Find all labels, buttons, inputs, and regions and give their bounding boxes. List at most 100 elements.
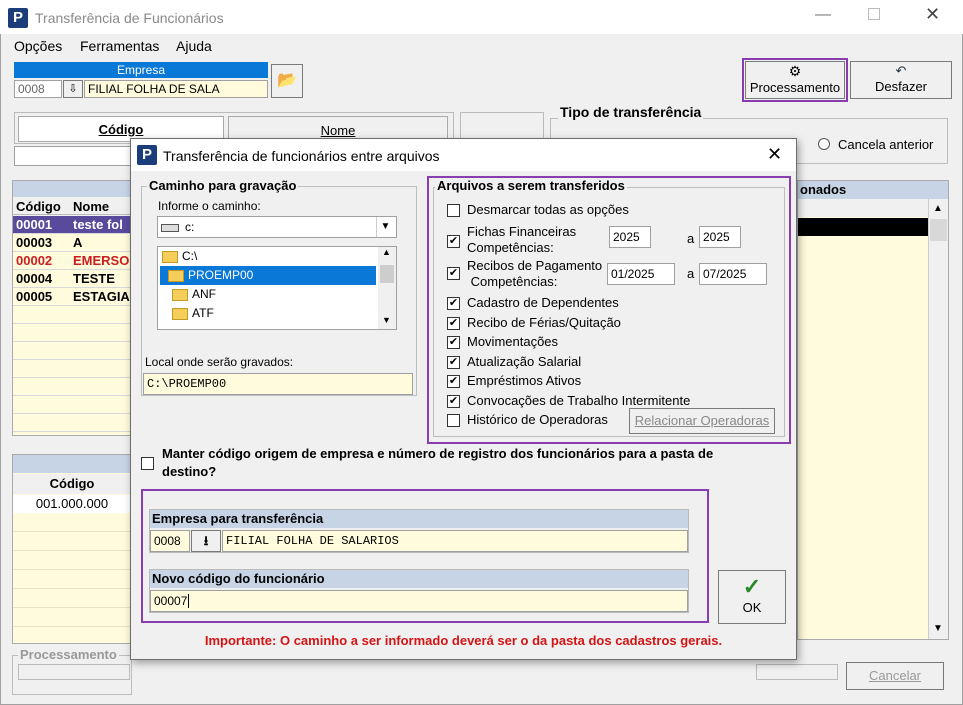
dialog-close-icon[interactable]: ✕ (767, 144, 782, 165)
table-row[interactable]: 00003A FUNCIO (13, 234, 131, 265)
cancela-label: Cancela anterior (838, 137, 934, 152)
scroll-down-icon[interactable]: ▼ (382, 315, 391, 325)
menu-ajuda[interactable]: Ajuda (176, 38, 212, 54)
drive-select[interactable]: c: ▼ (157, 216, 397, 238)
processamento-label: Processamento (749, 80, 841, 95)
folder-icon (172, 307, 188, 320)
relacionar-button[interactable]: Relacionar Operadoras (629, 408, 775, 434)
empresa-transf-box: Empresa para transferência 0008 ⭳ FILIAL… (149, 509, 689, 553)
recibos-de-input[interactable]: 01/2025 (607, 263, 675, 285)
importante-note: Importante: O caminho a ser informado de… (204, 633, 723, 648)
fichas-checkbox[interactable]: ✔ (447, 235, 460, 248)
chevron-down-icon[interactable]: ▼ (376, 217, 394, 237)
folder-icon (162, 250, 178, 263)
col-codigo: Código (16, 199, 61, 214)
drive-icon (161, 223, 179, 232)
option-checkbox[interactable]: ✔ (447, 297, 460, 310)
empresa-lookup-arrow-icon[interactable]: ⭳ (191, 530, 221, 552)
lower-col-codigo: Código (13, 474, 131, 494)
employee-grid: Código Nome 00001teste fol00003A FUNCIO0… (12, 180, 132, 436)
grid-header: Código Nome (13, 197, 131, 215)
tree-item-root[interactable]: C:\ (162, 247, 197, 266)
empresa-transf-label: Empresa para transferência (150, 510, 688, 528)
empresa-code-field[interactable]: 0008 (14, 80, 62, 98)
cancelar-button[interactable]: Cancelar (846, 662, 944, 690)
cell-codigo: 00003 (16, 235, 53, 250)
manter-checkbox[interactable] (141, 457, 154, 470)
dialog-title: Transferência de funcionários entre arqu… (163, 148, 440, 164)
recibos-a-label: a (687, 266, 695, 281)
selected-row[interactable] (798, 218, 928, 236)
desmarcar-checkbox[interactable] (447, 204, 460, 217)
recibos-checkbox[interactable]: ✔ (447, 267, 460, 280)
empresa-transf-code[interactable]: 0008 (150, 530, 190, 552)
desfazer-button[interactable]: ↶ Desfazer (850, 61, 952, 99)
maximize-icon[interactable] (868, 8, 880, 20)
menu-ferramentas[interactable]: Ferramentas (80, 38, 159, 54)
caminho-label: Caminho para gravação (147, 178, 299, 193)
option-checkbox[interactable]: ✔ (447, 336, 460, 349)
cell-nome: teste fol (73, 217, 123, 232)
local-value: C:\PROEMP00 (143, 373, 413, 395)
option-label: Convocações de Trabalho Intermitente (467, 392, 691, 408)
selected-scrollbar[interactable]: ▲ ▼ (928, 199, 948, 639)
open-folder-button[interactable]: 📂 (271, 64, 303, 98)
option-checkbox[interactable]: ✔ (447, 316, 460, 330)
processamento-button[interactable]: ⚙ Processamento (745, 61, 845, 99)
table-row[interactable]: 00002 EMERSO (13, 252, 131, 270)
empty-row (13, 378, 131, 396)
cell-nome: ESTAGIA (73, 289, 130, 304)
local-label: Local onde serão gravados: (145, 355, 294, 369)
option-checkbox[interactable]: ✔ (447, 394, 460, 408)
recibos-ate-input[interactable]: 07/2025 (699, 263, 767, 285)
empty-row (13, 360, 131, 378)
cell-codigo: 00004 (16, 271, 53, 286)
tree-item-proemp00[interactable]: PROEMP00 (160, 266, 376, 285)
menu-opcoes[interactable]: Opções (14, 38, 62, 54)
table-row[interactable]: 00001 teste fol (13, 216, 131, 234)
title-bar: P Transferência de Funcionários — ✕ (0, 0, 963, 34)
lower-row[interactable]: 001.000.000 (13, 495, 131, 513)
folder-icon: 📂 (277, 72, 297, 89)
folder-icon (172, 288, 188, 301)
tree-item-atf[interactable]: ATF (172, 304, 214, 323)
cell-codigo: 00001 (16, 217, 53, 232)
table-row[interactable]: 00005 ESTAGIA (13, 288, 131, 306)
minimize-icon[interactable]: — (815, 6, 831, 24)
novo-codigo-input[interactable]: 00007 (150, 590, 688, 612)
historico-checkbox[interactable] (447, 414, 460, 427)
selected-colhead (798, 199, 928, 217)
option-checkbox[interactable]: ✔ (447, 375, 460, 388)
tipo-label: Tipo de transferência (558, 104, 704, 120)
lower-grid-title (13, 455, 131, 473)
grid-body: 00001teste fol00003A FUNCIO00002EMERSO00… (13, 216, 131, 435)
option-label: Recibo de Férias/Quitação (467, 314, 621, 330)
scroll-down-icon[interactable]: ▼ (933, 623, 943, 634)
tree-scroll-thumb[interactable] (380, 265, 394, 283)
transfer-dialog: P Transferência de funcionários entre ar… (130, 138, 797, 660)
option-checkbox[interactable]: ✔ (447, 355, 460, 369)
option-label: Movimentações (467, 334, 559, 349)
search-input[interactable] (14, 146, 134, 166)
ok-button[interactable]: ✓ OK (718, 570, 786, 624)
table-row[interactable]: 00004TESTE AT (13, 270, 131, 301)
empresa-lookup-button[interactable]: ⇩ (63, 80, 83, 98)
selected-grid: onados ▲ ▼ (797, 180, 949, 640)
fichas-ate-input[interactable]: 2025 (699, 226, 741, 248)
close-icon[interactable]: ✕ (925, 4, 940, 25)
novo-codigo-label: Novo código do funcionário (150, 570, 688, 588)
fichas-de-input[interactable]: 2025 (609, 226, 651, 248)
scroll-thumb[interactable] (930, 219, 947, 241)
dialog-app-icon: P (137, 145, 157, 165)
app-icon: P (8, 8, 28, 28)
tree-item-anf[interactable]: ANF (172, 285, 216, 304)
progress-bar (18, 664, 130, 680)
empresa-name-field: FILIAL FOLHA DE SALA (84, 80, 268, 98)
dialog-title-bar: P Transferência de funcionários entre ar… (131, 139, 796, 171)
scroll-up-icon[interactable]: ▲ (933, 203, 943, 214)
scroll-up-icon[interactable]: ▲ (382, 247, 391, 257)
cancela-radio[interactable] (818, 138, 830, 150)
empty-row (13, 342, 131, 360)
tree-scrollbar[interactable]: ▲ ▼ (378, 247, 396, 329)
historico-label: Histórico de Operadoras (467, 412, 608, 427)
